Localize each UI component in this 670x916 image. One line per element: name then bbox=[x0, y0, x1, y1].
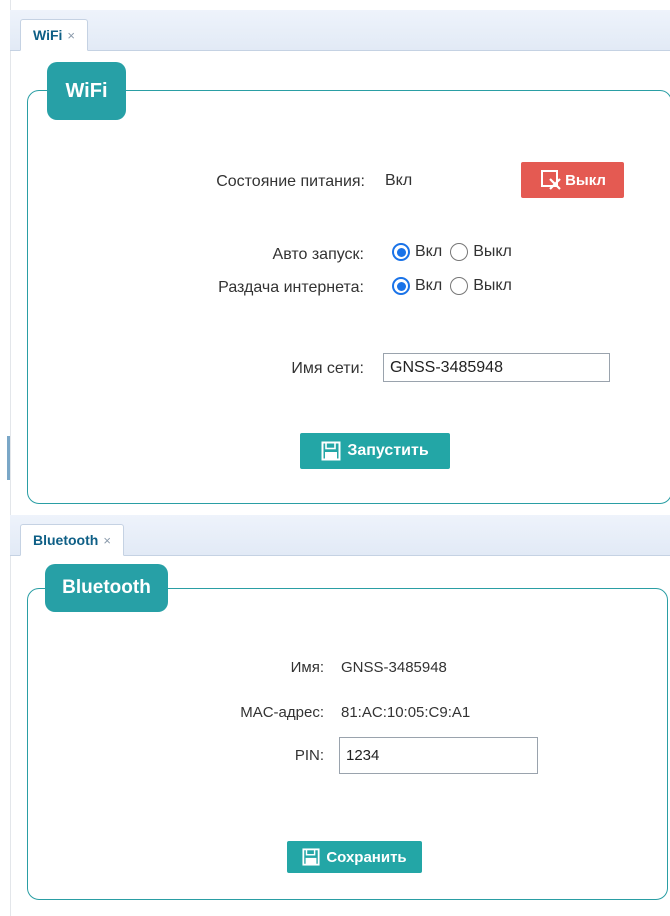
sharing-on-radio[interactable] bbox=[392, 277, 410, 295]
autostart-label: Авто запуск: bbox=[272, 246, 364, 263]
floppy-disk-icon bbox=[302, 848, 320, 866]
sharing-on-label: Вкл bbox=[415, 277, 443, 294]
mac-address-label: MAC-адрес: bbox=[240, 704, 324, 721]
pin-label: PIN: bbox=[294, 747, 324, 764]
tab-bluetooth[interactable]: Bluetooth × bbox=[20, 524, 124, 556]
mac-address-value: 81:AC:10:05:C9:A1 bbox=[341, 704, 471, 721]
network-name-input[interactable] bbox=[383, 353, 610, 382]
save-button[interactable]: Сохранить bbox=[287, 841, 422, 873]
internet-sharing-label: Раздача интернета: bbox=[218, 279, 364, 296]
sharing-off-label: Выкл bbox=[473, 277, 512, 294]
autostart-on-label: Вкл bbox=[415, 243, 443, 260]
wifi-legend: WiFi bbox=[47, 62, 126, 120]
autostart-off-label: Выкл bbox=[473, 243, 512, 260]
tab-bluetooth-close-icon[interactable]: × bbox=[103, 533, 111, 548]
close-window-icon bbox=[541, 170, 561, 190]
device-name-value: GNSS-3485948 bbox=[341, 659, 447, 676]
autostart-off-radio[interactable] bbox=[450, 243, 469, 261]
floppy-disk-icon bbox=[321, 441, 341, 461]
start-button[interactable]: Запустить bbox=[300, 433, 450, 469]
resize-handle[interactable] bbox=[7, 436, 10, 480]
power-state-label: Состояние питания: bbox=[216, 173, 365, 190]
save-button-label: Сохранить bbox=[326, 848, 407, 866]
tab-wifi[interactable]: WiFi × bbox=[20, 19, 89, 51]
tab-wifi-label: WiFi bbox=[33, 27, 63, 43]
start-button-label: Запустить bbox=[347, 442, 429, 459]
tab-wifi-close-icon[interactable]: × bbox=[67, 28, 75, 43]
sharing-off-radio[interactable] bbox=[450, 277, 469, 295]
internet-sharing-radio-group: Вкл Выкл bbox=[392, 277, 520, 295]
autostart-on-radio[interactable] bbox=[392, 243, 410, 261]
wifi-tabbar: WiFi × bbox=[10, 10, 670, 51]
network-name-label: Имя сети: bbox=[291, 360, 364, 377]
power-off-button[interactable]: Выкл bbox=[521, 162, 624, 198]
bluetooth-legend: Bluetooth bbox=[45, 564, 168, 612]
power-off-button-label: Выкл bbox=[565, 171, 606, 189]
power-state-value: Вкл bbox=[385, 172, 413, 189]
device-name-label: Имя: bbox=[290, 659, 324, 676]
autostart-radio-group: Вкл Выкл bbox=[392, 243, 520, 261]
bluetooth-tabbar: Bluetooth × bbox=[10, 515, 670, 556]
pin-input[interactable] bbox=[339, 737, 538, 774]
tab-bluetooth-label: Bluetooth bbox=[33, 532, 99, 548]
